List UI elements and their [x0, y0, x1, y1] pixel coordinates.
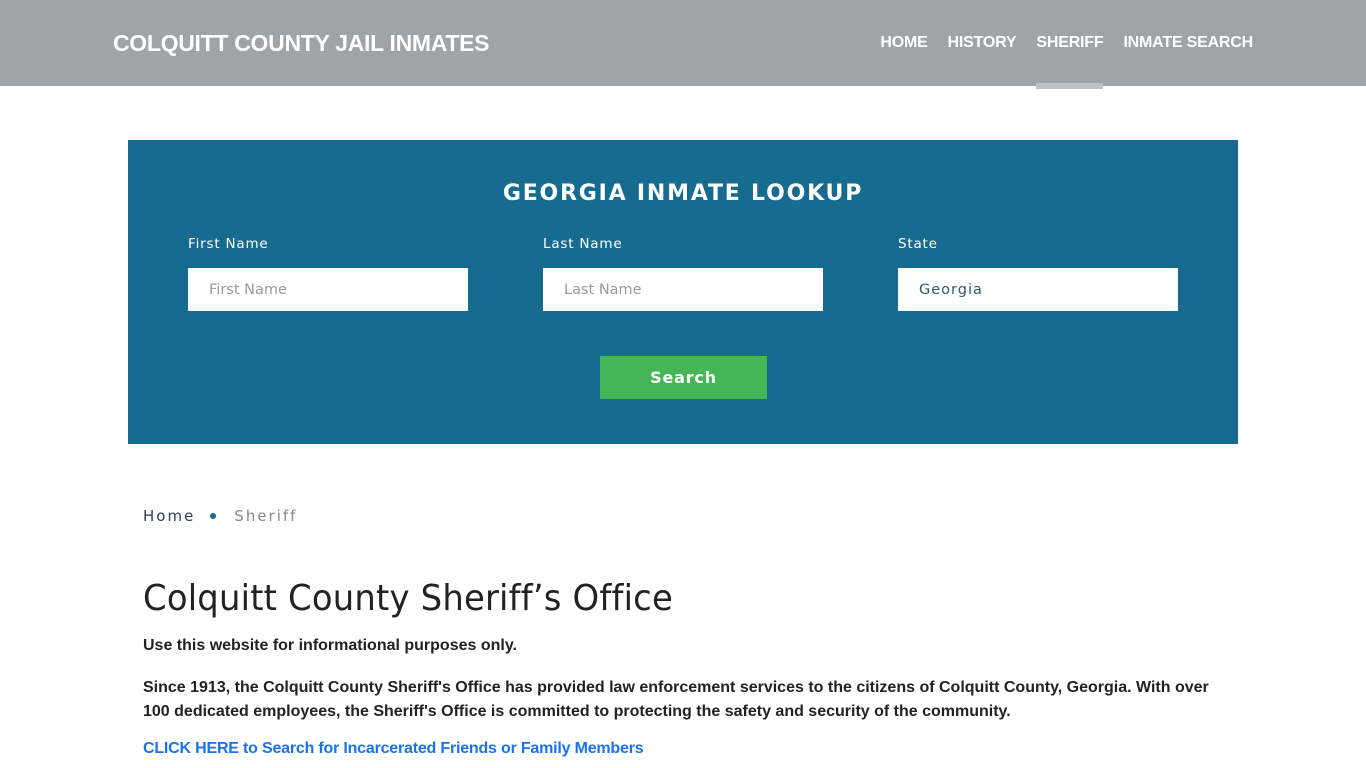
nav-item-home[interactable]: HOME	[880, 0, 927, 86]
last-name-input[interactable]	[543, 268, 823, 311]
last-name-label: Last Name	[543, 236, 623, 252]
nav-item-sheriff[interactable]: SHERIFF	[1036, 0, 1104, 89]
state-field: State	[898, 236, 1178, 311]
breadcrumb-current: Sheriff	[234, 507, 298, 525]
first-name-label: First Name	[188, 236, 269, 252]
state-label: State	[898, 236, 938, 252]
search-button[interactable]: Search	[600, 356, 767, 399]
breadcrumb: Home Sheriff	[143, 507, 297, 525]
site-brand-link[interactable]: COLQUITT COUNTY JAIL INMATES	[113, 30, 490, 57]
intro-text: Use this website for informational purpo…	[143, 637, 517, 654]
site-header: COLQUITT COUNTY JAIL INMATES HOME HISTOR…	[0, 0, 1366, 89]
breadcrumb-separator-dot-icon	[210, 513, 217, 519]
first-name-input[interactable]	[188, 268, 468, 311]
page-title: Colquitt County Sheriff’s Office	[143, 578, 673, 619]
nav-item-inmate-search[interactable]: INMATE SEARCH	[1123, 0, 1253, 86]
state-input[interactable]	[898, 268, 1178, 311]
first-name-field: First Name	[188, 236, 468, 311]
main-nav: HOME HISTORY SHERIFF INMATE SEARCH	[860, 0, 1253, 89]
search-inmates-link[interactable]: CLICK HERE to Search for Incarcerated Fr…	[143, 740, 644, 758]
last-name-field: Last Name	[543, 236, 823, 311]
breadcrumb-home-link[interactable]: Home	[143, 507, 195, 525]
nav-item-history[interactable]: HISTORY	[948, 0, 1017, 86]
lookup-title: GEORGIA INMATE LOOKUP	[502, 181, 864, 206]
body-paragraph: Since 1913, the Colquitt County Sheriff'…	[143, 679, 1209, 720]
